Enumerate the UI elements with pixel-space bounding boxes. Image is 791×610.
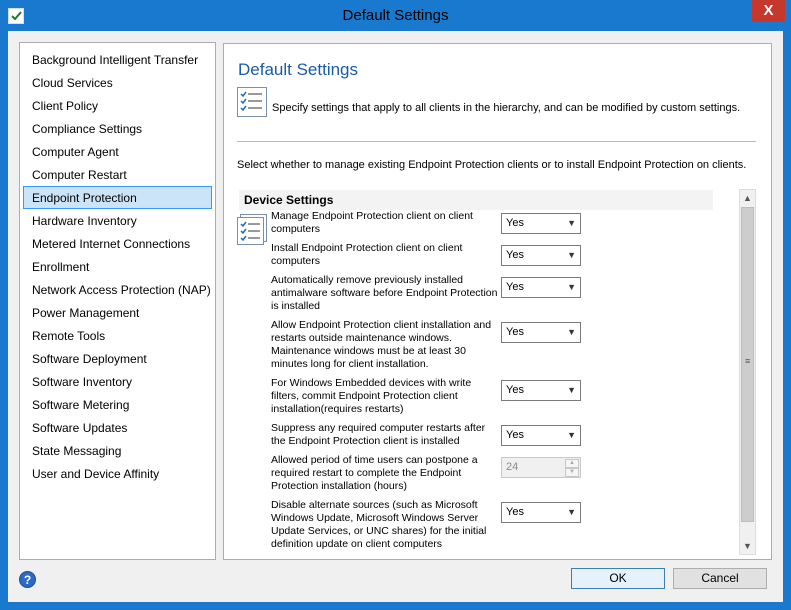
scroll-up-icon[interactable]: ▲ [740, 190, 755, 206]
setting-dropdown[interactable]: Yes ▼ [501, 502, 581, 523]
sidebar-item[interactable]: Hardware Inventory [23, 209, 212, 232]
setting-dropdown[interactable]: Yes ▼ [501, 380, 581, 401]
grip-icon: ≡ [745, 356, 751, 366]
sidebar-item[interactable]: Network Access Protection (NAP) [23, 278, 212, 301]
sidebar-item[interactable]: User and Device Affinity [23, 462, 212, 485]
ok-button[interactable]: OK [571, 568, 665, 589]
divider [237, 141, 756, 142]
cancel-button[interactable]: Cancel [673, 568, 767, 589]
window-title: Default Settings [342, 7, 449, 24]
dialog-window: Default Settings X Background Intelligen… [0, 0, 791, 610]
setting-label: Disable alternate sources (such as Micro… [271, 499, 487, 550]
chevron-down-icon[interactable]: ▼ [567, 426, 576, 445]
sidebar-item[interactable]: Endpoint Protection [23, 186, 212, 209]
scroll-down-icon[interactable]: ▼ [740, 538, 755, 554]
sidebar-item[interactable]: Remote Tools [23, 324, 212, 347]
close-button[interactable]: X [752, 0, 785, 22]
setting-label: Manage Endpoint Protection client on cli… [271, 210, 473, 235]
device-settings-grid: Device Settings ▲ ≡ ▼ Manage Endpoint Pr… [237, 189, 756, 555]
dropdown-value: Yes [506, 217, 524, 229]
sidebar-item[interactable]: Software Inventory [23, 370, 212, 393]
panel-description: Specify settings that apply to all clien… [272, 102, 741, 114]
setting-label: Allow Endpoint Protection client install… [271, 319, 492, 370]
chevron-down-icon[interactable]: ▼ [567, 246, 576, 265]
chevron-down-icon[interactable]: ▼ [567, 278, 576, 297]
instruction-text: Select whether to manage existing Endpoi… [237, 159, 747, 171]
sidebar-item[interactable]: State Messaging [23, 439, 212, 462]
setting-dropdown[interactable]: Yes ▼ [501, 425, 581, 446]
setting-dropdown[interactable]: Yes ▼ [501, 277, 581, 298]
settings-panel: Default Settings Specify settings that a… [223, 43, 772, 560]
sidebar-item[interactable]: Power Management [23, 301, 212, 324]
sidebar-item[interactable]: Background Intelligent Transfer [23, 48, 212, 71]
setting-dropdown[interactable]: Yes ▼ [501, 245, 581, 266]
spin-down-icon[interactable]: ▼ [565, 468, 579, 477]
spin-up-icon[interactable]: ▲ [565, 459, 579, 468]
setting-dropdown[interactable]: Yes ▼ [501, 322, 581, 343]
setting-label: For Windows Embedded devices with write … [271, 377, 472, 415]
setting-label: Install Endpoint Protection client on cl… [271, 242, 463, 267]
sidebar-item[interactable]: Software Deployment [23, 347, 212, 370]
sidebar-item[interactable]: Software Metering [23, 393, 212, 416]
sidebar-item[interactable]: Compliance Settings [23, 117, 212, 140]
dropdown-value: Yes [506, 326, 524, 338]
dropdown-value: Yes [506, 281, 524, 293]
spinbox-value: 24 [506, 461, 519, 473]
sidebar-item[interactable]: Software Updates [23, 416, 212, 439]
dropdown-value: Yes [506, 429, 524, 441]
sidebar-item[interactable]: Client Policy [23, 94, 212, 117]
setting-label: Allowed period of time users can postpon… [271, 454, 478, 492]
scrollbar-thumb[interactable]: ≡ [741, 207, 754, 522]
sidebar-item[interactable]: Computer Agent [23, 140, 212, 163]
chevron-down-icon[interactable]: ▼ [567, 323, 576, 342]
dialog-body: Background Intelligent Transfer Cloud Ser… [8, 31, 783, 602]
settings-category-list[interactable]: Background Intelligent Transfer Cloud Ser… [19, 42, 216, 560]
dropdown-value: Yes [506, 249, 524, 261]
chevron-down-icon[interactable]: ▼ [567, 381, 576, 400]
hours-spinbox[interactable]: 24 ▲ ▼ [501, 457, 581, 478]
chevron-down-icon[interactable]: ▼ [567, 214, 576, 233]
dropdown-value: Yes [506, 384, 524, 396]
checklist-icon [237, 213, 269, 245]
settings-scrollbar[interactable]: ▲ ≡ ▼ [739, 189, 756, 555]
sidebar-item[interactable]: Cloud Services [23, 71, 212, 94]
setting-label: Suppress any required computer restarts … [271, 422, 486, 447]
dropdown-value: Yes [506, 506, 524, 518]
chevron-down-icon[interactable]: ▼ [567, 503, 576, 522]
sidebar-item[interactable]: Enrollment [23, 255, 212, 278]
help-icon[interactable]: ? [19, 571, 36, 588]
setting-dropdown[interactable]: Yes ▼ [501, 213, 581, 234]
checklist-icon [237, 87, 267, 117]
group-header: Device Settings [239, 190, 713, 210]
panel-title: Default Settings [238, 60, 359, 79]
setting-label: Automatically remove previously installe… [271, 274, 498, 312]
title-bar[interactable]: Default Settings X [0, 0, 791, 31]
sidebar-item[interactable]: Computer Restart [23, 163, 212, 186]
sidebar-item[interactable]: Metered Internet Connections [23, 232, 212, 255]
